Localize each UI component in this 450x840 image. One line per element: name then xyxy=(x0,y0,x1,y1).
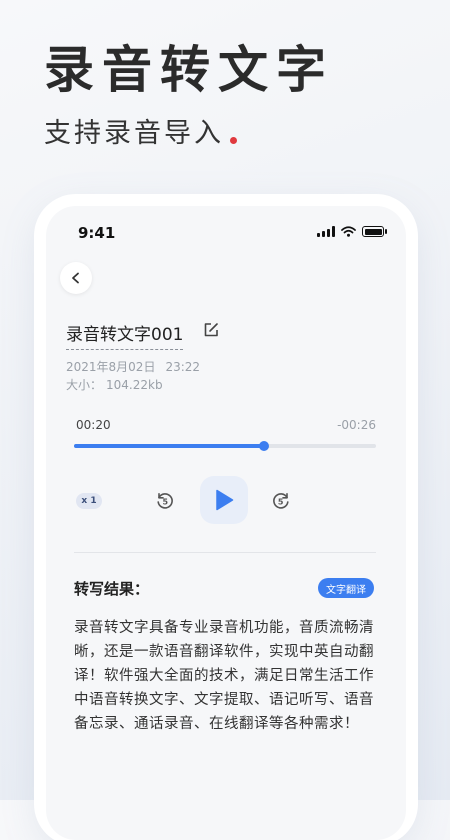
play-button[interactable] xyxy=(200,476,248,524)
divider xyxy=(74,552,376,553)
recording-datetime: 2021年8月02日 23:22 xyxy=(66,358,200,375)
recording-date: 2021年8月02日 xyxy=(66,360,156,374)
size-label: 大小： xyxy=(66,378,103,392)
recording-size: 大小： 104.22kb xyxy=(66,376,163,393)
accent-dot xyxy=(230,137,237,144)
current-time: 00:20 xyxy=(76,418,111,432)
play-icon xyxy=(216,489,234,511)
status-icons xyxy=(317,226,387,237)
progress-slider[interactable] xyxy=(74,441,376,451)
edit-title-button[interactable] xyxy=(202,321,220,343)
rewind-5-button[interactable]: 5 xyxy=(152,488,178,514)
rewind-5-icon: 5 xyxy=(157,493,173,509)
forward-5-icon: 5 xyxy=(273,493,289,509)
phone-frame: 9:41 录音转文字001 2021年8月02日 23:22 大小： 104.2… xyxy=(40,200,412,840)
rewind-seconds: 5 xyxy=(163,498,169,507)
result-label: 转写结果： xyxy=(74,580,150,598)
hero-subtitle-row: 支持录音导入 xyxy=(44,116,237,152)
signal-icon xyxy=(317,226,335,237)
edit-icon xyxy=(204,323,218,337)
remaining-time: -00:26 xyxy=(337,418,376,432)
transcription-text: 录音转文字具备专业录音机功能，音质流畅清晰，还是一款语音翻译软件，实现中英自动翻… xyxy=(74,620,374,732)
speed-button[interactable]: x 1 xyxy=(76,493,102,509)
battery-icon xyxy=(362,226,387,237)
translate-button[interactable]: 文字翻译 xyxy=(318,578,374,598)
progress-fill xyxy=(74,444,265,448)
recording-time: 23:22 xyxy=(165,360,201,374)
status-time: 9:41 xyxy=(78,224,116,242)
forward-seconds: 5 xyxy=(278,498,284,507)
hero-subtitle: 支持录音导入 xyxy=(44,118,224,149)
back-button[interactable] xyxy=(60,262,92,294)
back-arrow-icon xyxy=(72,272,79,284)
wifi-icon xyxy=(341,226,356,237)
progress-knob[interactable] xyxy=(259,441,270,451)
hero-title: 录音转文字 xyxy=(44,41,334,99)
recording-title[interactable]: 录音转文字001 xyxy=(66,320,184,350)
forward-5-button[interactable]: 5 xyxy=(268,488,294,514)
size-value: 104.22kb xyxy=(106,378,163,392)
phone-screen: 9:41 录音转文字001 2021年8月02日 23:22 大小： 104.2… xyxy=(46,206,406,840)
